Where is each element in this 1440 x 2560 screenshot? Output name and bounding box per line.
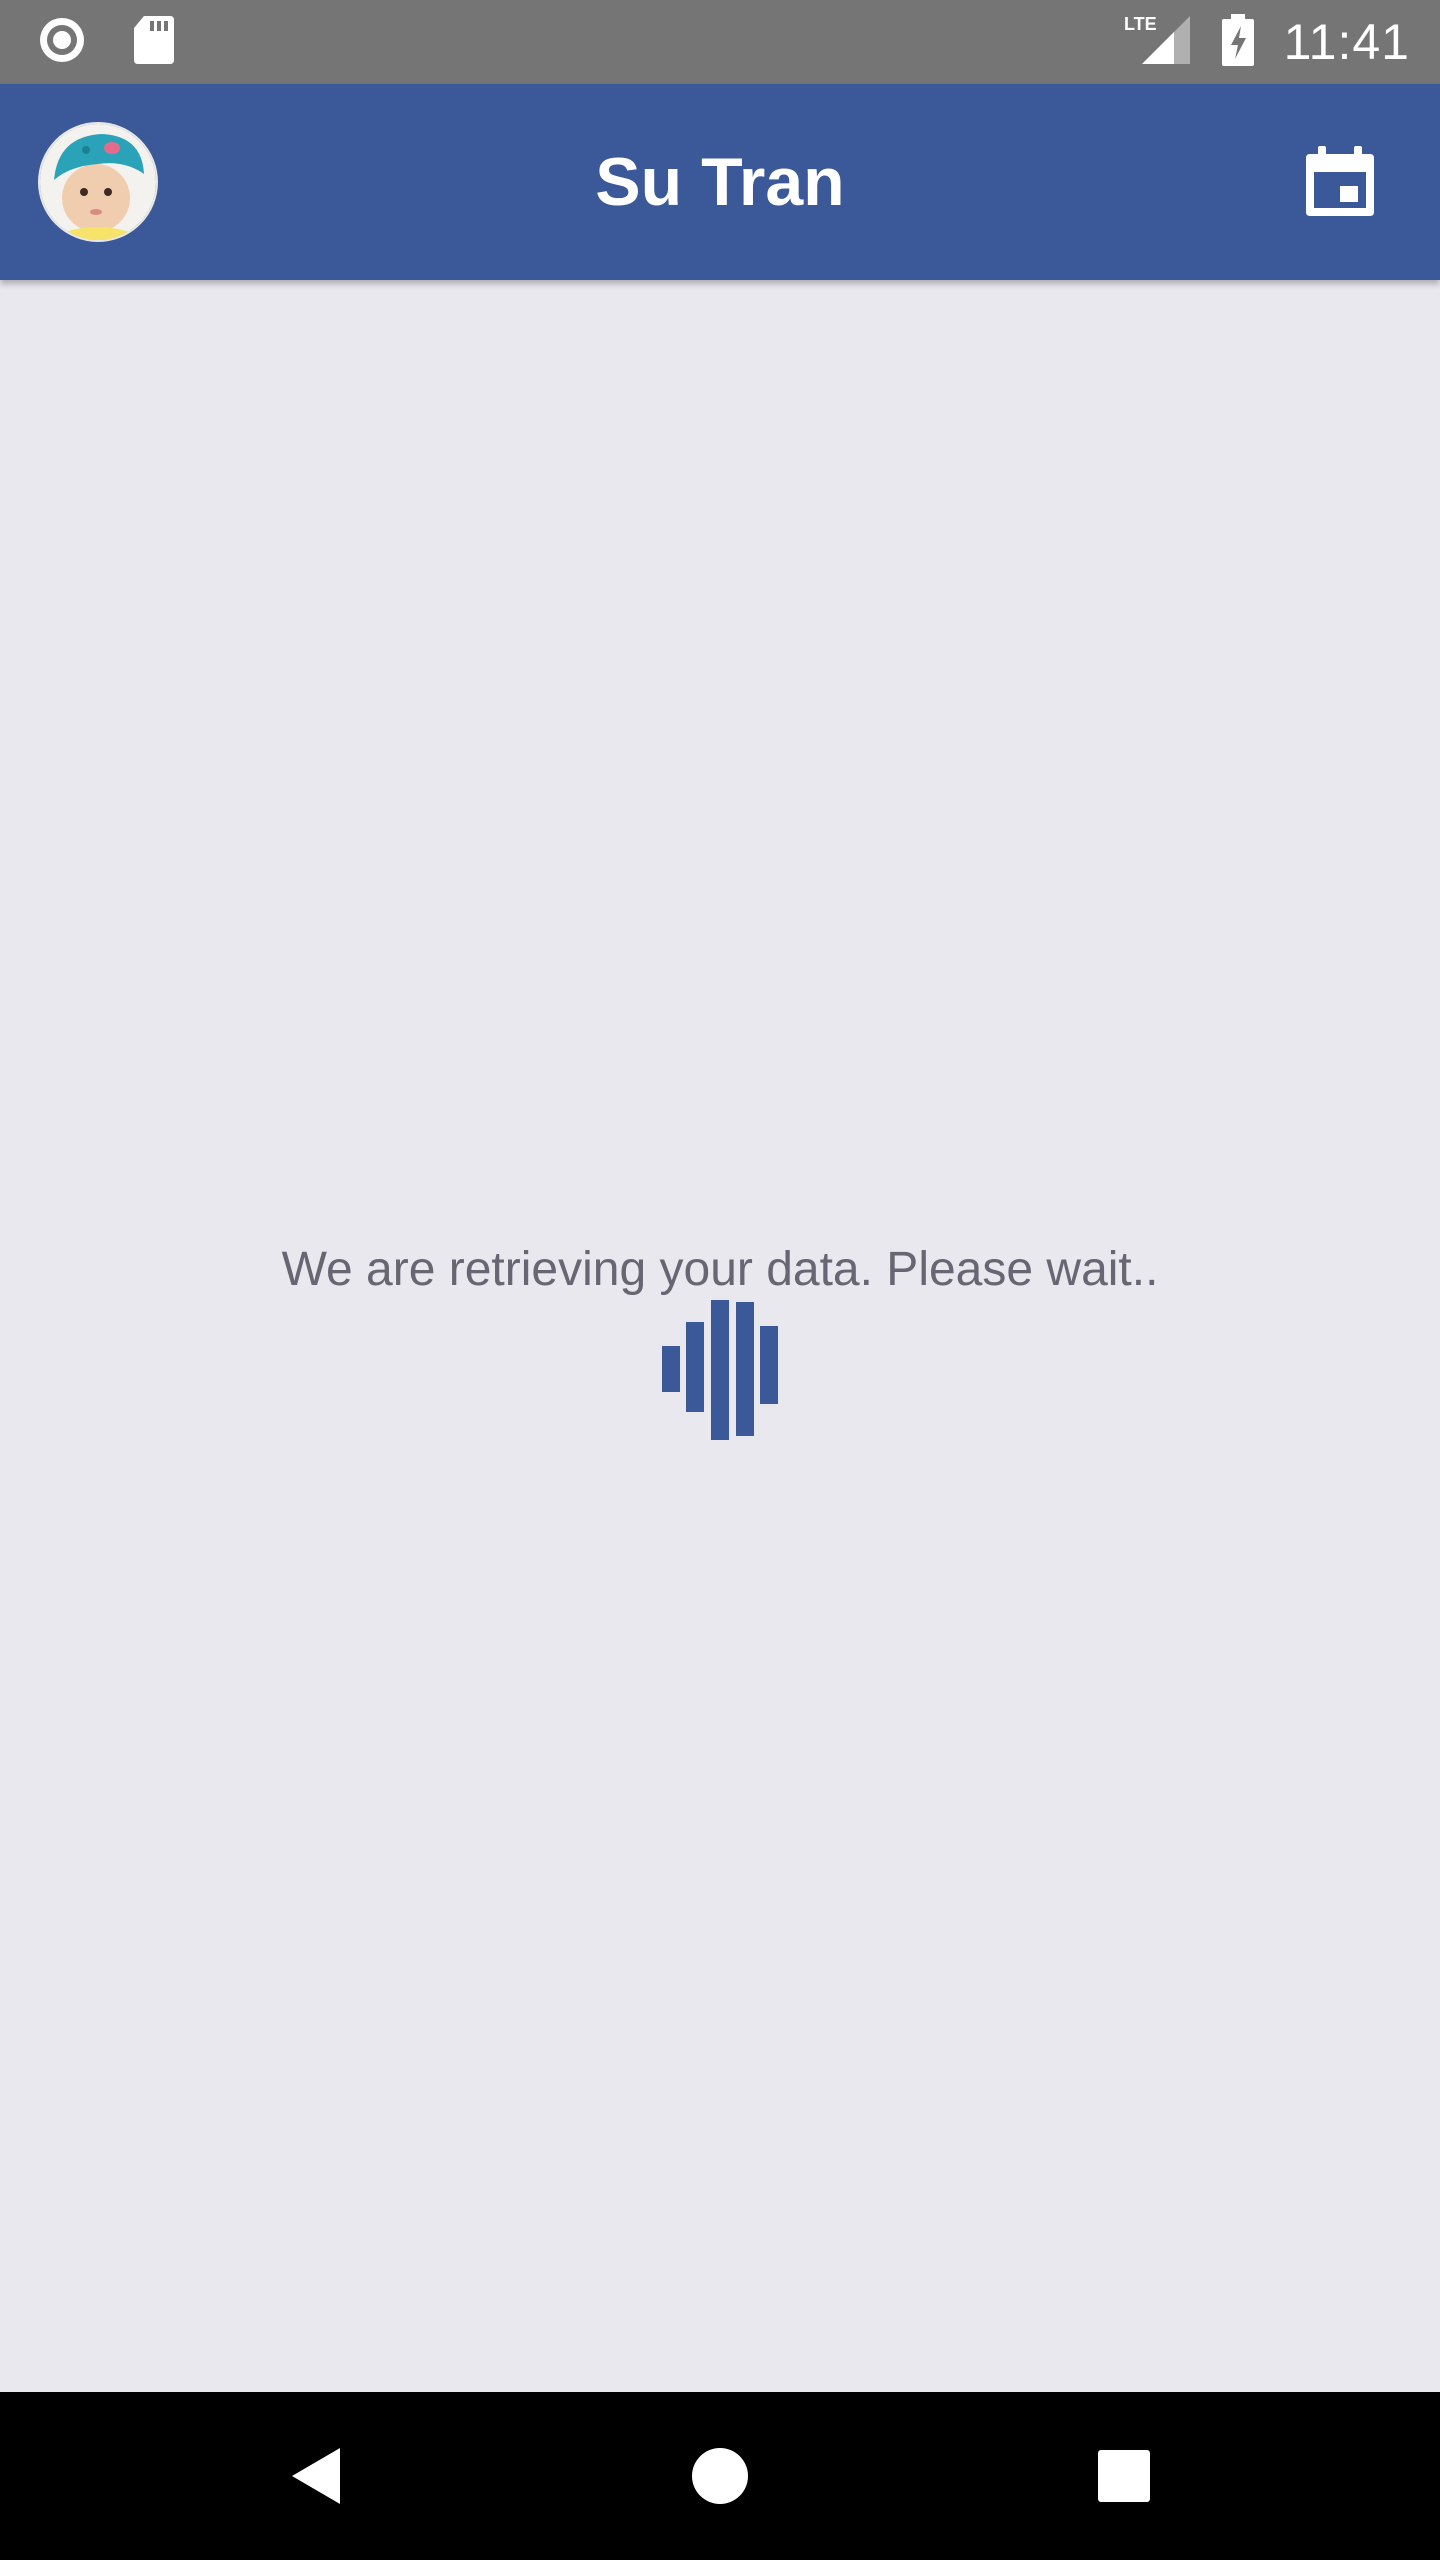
calendar-icon[interactable] <box>1300 142 1380 222</box>
app-screen: LTE 11:41 Su Tran We are retrieving your… <box>0 0 1440 2560</box>
back-icon[interactable] <box>274 2434 358 2518</box>
wave-bars-loader-icon <box>660 1298 780 1442</box>
loader-bar <box>662 1346 680 1392</box>
home-icon[interactable] <box>678 2434 762 2518</box>
system-nav-bar <box>0 2392 1440 2560</box>
network-type-label: LTE <box>1124 14 1157 34</box>
recents-icon[interactable] <box>1082 2434 1166 2518</box>
status-bar-right: LTE 11:41 <box>1122 0 1410 84</box>
app-bar: Su Tran <box>0 84 1440 280</box>
page-title: Su Tran <box>595 144 845 220</box>
loading-message: We are retrieving your data. Please wait… <box>281 1243 1159 1296</box>
status-bar: LTE 11:41 <box>0 0 1440 84</box>
signal-icon: LTE <box>1122 12 1192 73</box>
loader-bar <box>686 1322 704 1412</box>
status-clock: 11:41 <box>1283 14 1410 70</box>
loader-bar <box>711 1300 729 1440</box>
loader-bar <box>736 1302 754 1436</box>
battery-charging-icon <box>1220 12 1256 73</box>
loader-bar <box>760 1326 778 1404</box>
main-content: We are retrieving your data. Please wait… <box>0 280 1440 2392</box>
recording-icon <box>36 14 88 71</box>
sd-card-icon <box>132 14 176 71</box>
status-bar-left <box>36 14 176 70</box>
